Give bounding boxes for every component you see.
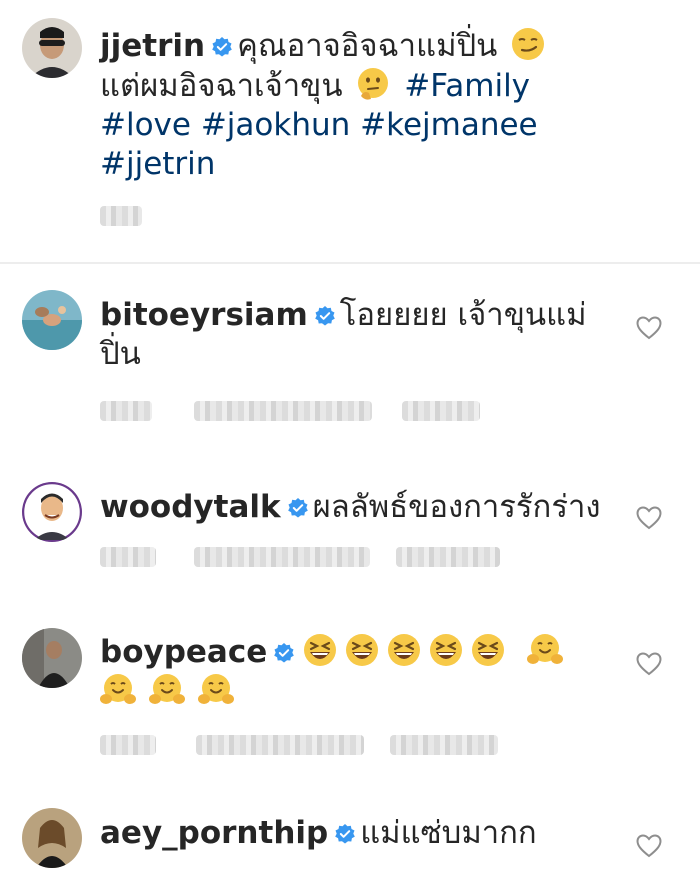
caption-text: jjetrin คุณอาจอิจฉาแม่ปิ่น แต่ผมอิจฉาเจ้า… xyxy=(100,26,680,184)
comment-username[interactable]: boypeace xyxy=(100,634,267,670)
comment-meta xyxy=(100,732,498,758)
hashtag-jjetrin-link[interactable]: #jjetrin xyxy=(100,146,215,182)
comment-bitoeyrsiam-text: bitoeyrsiam โอยยยย เจ้าขุนแม่ ปิ่น xyxy=(100,296,600,374)
avatar-woodytalk[interactable] xyxy=(22,482,82,542)
like-heart-icon[interactable] xyxy=(636,834,662,858)
grinning-squinting-face-icon xyxy=(344,632,380,668)
hugging-face-icon xyxy=(100,672,136,708)
hashtags-link[interactable]: #love #jaokhun #kejmanee xyxy=(100,107,538,143)
avatar-aey-pornthip[interactable] xyxy=(22,808,82,868)
like-heart-icon[interactable] xyxy=(636,652,662,676)
avatar-jjetrin[interactable] xyxy=(22,18,82,78)
divider xyxy=(0,262,700,264)
caption-section: jjetrin คุณอาจอิจฉาแม่ปิ่น แต่ผมอิจฉาเจ้า… xyxy=(0,0,700,262)
comment-line-2: ปิ่น xyxy=(100,336,141,372)
blurred-timestamp xyxy=(100,206,142,226)
comment-username[interactable]: woodytalk xyxy=(100,489,281,525)
caption-line-2: แต่ผมอิจฉาเจ้าขุน xyxy=(100,68,343,104)
hugging-face-icon xyxy=(198,672,234,708)
grinning-squinting-face-icon xyxy=(386,632,422,668)
grinning-squinting-face-icon xyxy=(428,632,464,668)
comment-meta xyxy=(100,398,480,424)
blurred-reply[interactable] xyxy=(402,401,480,421)
blurred-reply[interactable] xyxy=(396,547,500,567)
hugging-face-icon xyxy=(149,672,185,708)
like-heart-icon[interactable] xyxy=(636,506,662,530)
verified-badge-icon xyxy=(273,642,295,664)
smirking-face-icon xyxy=(510,26,546,62)
hashtag-family-link[interactable]: #Family xyxy=(404,68,530,104)
blurred-timestamp xyxy=(100,401,152,421)
grinning-squinting-face-icon xyxy=(302,632,338,668)
blurred-likes[interactable] xyxy=(194,547,370,567)
comment-line-1: โอยยยย เจ้าขุนแม่ xyxy=(339,297,587,333)
comment-username[interactable]: bitoeyrsiam xyxy=(100,297,308,333)
avatar-boypeace[interactable] xyxy=(22,628,82,688)
comment-username[interactable]: aey_pornthip xyxy=(100,815,328,851)
grinning-squinting-face-icon xyxy=(470,632,506,668)
comment-aey-pornthip-text: aey_pornthip แม่แซ่บมากก xyxy=(100,814,620,853)
blurred-timestamp xyxy=(100,735,156,755)
blurred-reply[interactable] xyxy=(390,735,498,755)
blurred-timestamp xyxy=(100,547,156,567)
thinking-face-icon xyxy=(355,66,391,102)
comment-line-1: แม่แซ่บมากก xyxy=(360,815,537,851)
verified-badge-icon xyxy=(314,305,336,327)
verified-badge-icon xyxy=(287,497,309,519)
blurred-likes[interactable] xyxy=(194,401,372,421)
caption-meta xyxy=(100,203,142,229)
avatar-bitoeyrsiam[interactable] xyxy=(22,290,82,350)
caption-line-1: คุณอาจอิจฉาแม่ปิ่น xyxy=(237,28,498,64)
comment-meta xyxy=(100,544,500,570)
verified-badge-icon xyxy=(334,823,356,845)
blurred-likes[interactable] xyxy=(196,735,364,755)
verified-badge-icon xyxy=(211,36,233,58)
comment-boypeace-text: boypeace xyxy=(100,632,600,712)
comment-line-1: ผลลัพธ์ของการรักร่าง xyxy=(312,489,601,525)
caption-username[interactable]: jjetrin xyxy=(100,28,205,64)
hugging-face-icon xyxy=(527,632,564,668)
comment-woodytalk-text: woodytalk ผลลัพธ์ของการรักร่าง xyxy=(100,488,620,527)
like-heart-icon[interactable] xyxy=(636,316,662,340)
